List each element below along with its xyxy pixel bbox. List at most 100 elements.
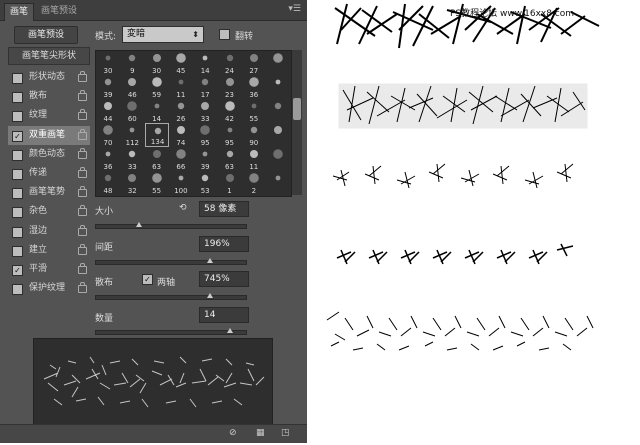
brush-grid-scrollbar[interactable] bbox=[292, 50, 302, 195]
brush-tip-cell[interactable]: 112 bbox=[120, 123, 144, 147]
brush-tip-cell[interactable]: 60 bbox=[120, 99, 144, 123]
lock-icon[interactable] bbox=[78, 186, 87, 198]
lock-icon[interactable] bbox=[78, 282, 87, 294]
brush-tip-cell[interactable]: 48 bbox=[96, 171, 120, 195]
panel-menu-icon[interactable]: ▾☰ bbox=[288, 4, 301, 14]
tab-brush-presets[interactable]: 画笔预设 bbox=[36, 3, 82, 20]
size-slider-knob[interactable] bbox=[136, 222, 142, 227]
option-checkbox[interactable] bbox=[12, 245, 23, 257]
lock-icon[interactable] bbox=[78, 243, 87, 255]
brush-tip-cell[interactable]: 23 bbox=[218, 75, 242, 99]
brush-tip-cell[interactable]: 59 bbox=[145, 75, 169, 99]
scatter-slider[interactable] bbox=[95, 295, 247, 300]
option-brush-pose[interactable]: 画笔笔势 bbox=[8, 183, 90, 202]
brush-tip-cell[interactable]: 90 bbox=[242, 123, 266, 147]
brush-tip-cell[interactable]: 36 bbox=[96, 147, 120, 171]
document-canvas[interactable] bbox=[307, 0, 640, 442]
option-checkbox[interactable]: ✓ bbox=[12, 130, 23, 142]
size-input[interactable]: 58 像素 bbox=[199, 201, 249, 217]
option-checkbox[interactable] bbox=[12, 111, 23, 123]
brush-tip-cell[interactable]: 100 bbox=[169, 171, 193, 195]
brush-tip-cell[interactable]: 66 bbox=[169, 147, 193, 171]
option-wet-edges[interactable]: 湿边 bbox=[8, 222, 90, 241]
brush-tip-cell[interactable]: 9 bbox=[120, 51, 144, 75]
lock-icon[interactable] bbox=[78, 71, 87, 82]
brush-tip-cell[interactable] bbox=[266, 99, 290, 123]
option-smoothing[interactable]: ✓ 平滑 bbox=[8, 260, 90, 279]
spacing-slider[interactable] bbox=[95, 260, 247, 265]
create-new-brush-icon[interactable]: ◳ bbox=[281, 428, 290, 438]
brush-tip-cell[interactable]: 11 bbox=[242, 147, 266, 171]
scrollbar-thumb[interactable] bbox=[293, 98, 301, 120]
lock-icon[interactable] bbox=[78, 224, 87, 236]
brush-tip-cell[interactable]: 14 bbox=[193, 51, 217, 75]
count-slider[interactable] bbox=[95, 330, 247, 335]
brush-tip-cell[interactable]: 36 bbox=[242, 75, 266, 99]
option-checkbox[interactable] bbox=[12, 149, 23, 161]
brush-tip-shape-header[interactable]: 画笔笔尖形状 bbox=[8, 47, 90, 65]
option-checkbox[interactable] bbox=[12, 207, 23, 219]
option-build-up[interactable]: 建立 bbox=[8, 241, 90, 260]
lock-icon[interactable] bbox=[78, 205, 87, 217]
brush-tip-cell[interactable]: 70 bbox=[96, 123, 120, 147]
brush-tip-cell[interactable]: 45 bbox=[169, 51, 193, 75]
option-checkbox[interactable] bbox=[12, 92, 23, 104]
brush-tip-cell[interactable]: 33 bbox=[120, 147, 144, 171]
brush-tip-cell[interactable]: 44 bbox=[96, 99, 120, 123]
option-checkbox[interactable] bbox=[12, 168, 23, 180]
brush-presets-button[interactable]: 画笔预设 bbox=[14, 26, 78, 44]
spacing-slider-knob[interactable] bbox=[207, 258, 213, 263]
option-checkbox[interactable] bbox=[12, 73, 23, 84]
brush-tip-cell[interactable]: 30 bbox=[145, 51, 169, 75]
option-checkbox[interactable] bbox=[12, 284, 23, 296]
brush-tip-cell[interactable]: 63 bbox=[145, 147, 169, 171]
mode-select[interactable]: 変暗 ⬍ bbox=[122, 26, 204, 43]
brush-tip-cell[interactable]: 95 bbox=[193, 123, 217, 147]
brush-tip-cell[interactable]: 26 bbox=[169, 99, 193, 123]
option-dual-brush[interactable]: ✓ 双重画笔 bbox=[8, 125, 90, 145]
option-color-dynamics[interactable]: 颜色动态 bbox=[8, 145, 90, 164]
brush-tip-cell[interactable]: 2 bbox=[242, 171, 266, 195]
lock-icon[interactable] bbox=[78, 147, 87, 159]
option-protect-texture[interactable]: 保护纹理 bbox=[8, 279, 90, 298]
brush-tip-cell[interactable] bbox=[266, 171, 290, 195]
brush-tip-cell[interactable]: 11 bbox=[169, 75, 193, 99]
lock-icon[interactable] bbox=[78, 128, 87, 140]
brush-tip-cell[interactable]: 55 bbox=[242, 99, 266, 123]
brush-tip-cell[interactable]: 1 bbox=[218, 171, 242, 195]
size-slider[interactable] bbox=[95, 224, 247, 229]
brush-tip-cell[interactable] bbox=[266, 75, 290, 99]
both-axes-checkbox[interactable]: ✓ bbox=[142, 274, 153, 285]
lock-icon[interactable] bbox=[78, 166, 87, 178]
flip-checkbox[interactable] bbox=[219, 29, 230, 40]
brush-tip-cell[interactable]: 33 bbox=[193, 99, 217, 123]
option-checkbox[interactable] bbox=[12, 226, 23, 238]
brush-tip-cell[interactable]: 17 bbox=[193, 75, 217, 99]
option-noise[interactable]: 杂色 bbox=[8, 202, 90, 221]
brush-tip-cell[interactable]: 42 bbox=[218, 99, 242, 123]
brush-tip-cell[interactable]: 32 bbox=[120, 171, 144, 195]
count-input[interactable]: 14 bbox=[199, 307, 249, 323]
brush-tip-cell[interactable]: 134 bbox=[144, 123, 169, 147]
lock-icon[interactable] bbox=[78, 109, 87, 121]
count-slider-knob[interactable] bbox=[227, 328, 233, 333]
brush-tip-cell[interactable]: 24 bbox=[218, 51, 242, 75]
scatter-slider-knob[interactable] bbox=[207, 293, 213, 298]
option-checkbox[interactable]: ✓ bbox=[12, 264, 23, 276]
brush-tip-cell[interactable]: 74 bbox=[169, 123, 193, 147]
lock-icon[interactable] bbox=[78, 90, 87, 102]
brush-tip-cell[interactable]: 95 bbox=[218, 123, 242, 147]
lock-icon[interactable] bbox=[78, 262, 87, 274]
option-texture[interactable]: 纹理 bbox=[8, 106, 90, 125]
brush-tip-cell[interactable]: 46 bbox=[120, 75, 144, 99]
tab-brush[interactable]: 画笔 bbox=[4, 3, 35, 21]
brush-tip-cell[interactable]: 39 bbox=[96, 75, 120, 99]
brush-tip-cell[interactable] bbox=[266, 147, 290, 171]
brush-tip-cell[interactable]: 55 bbox=[145, 171, 169, 195]
brush-tip-cell[interactable]: 53 bbox=[193, 171, 217, 195]
reset-size-icon[interactable]: ⟲ bbox=[179, 203, 187, 213]
toggle-bristle-preview-icon[interactable]: ⊘ bbox=[229, 428, 237, 438]
option-scattering[interactable]: 散布 bbox=[8, 87, 90, 106]
brush-tip-cell[interactable] bbox=[266, 51, 290, 75]
spacing-input[interactable]: 196% bbox=[199, 236, 249, 252]
